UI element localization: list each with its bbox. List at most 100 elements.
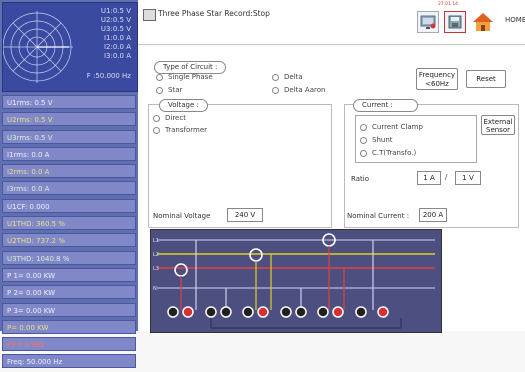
measurement-row: U2THD: 737.2 %: [2, 233, 136, 248]
measurement-row: U1rms: 0.5 V: [2, 95, 136, 109]
radio-delta[interactable]: Delta: [272, 72, 303, 82]
measurement-list: U1rms: 0.5 V U2rms: 0.5 V U3rms: 0.5 V I…: [2, 95, 136, 372]
ratio-secondary-field[interactable]: 1 V: [455, 171, 481, 185]
readout-u3: U3:0.5 V: [100, 25, 131, 33]
radio-dot: [156, 86, 163, 94]
readout-i1: I1:0.0 A: [103, 34, 131, 42]
nominal-voltage-label: Nominal Voltage: [153, 212, 211, 220]
app-window: U1:0.5 V U2:0.5 V U3:0.5 V I1:0.0 A I2:0…: [0, 0, 525, 369]
disk-icon: [448, 15, 462, 29]
nominal-current-field[interactable]: 200 A: [419, 208, 447, 222]
reset-button[interactable]: Reset: [466, 70, 506, 88]
window-icon: [143, 9, 156, 21]
radio-label: Star: [168, 86, 183, 94]
radio-delta-aaron[interactable]: Delta Aaron: [272, 85, 325, 95]
current-sensor-group: Current Clamp Shunt C.T(Transfo.): [355, 115, 477, 163]
radio-ct-transfo[interactable]: C.T(Transfo.): [360, 148, 416, 158]
home-button[interactable]: [472, 11, 494, 33]
header-bar: Three Phase Star Record:Stop 27.01.14 HO…: [138, 0, 525, 45]
current-clamp-2: [249, 248, 263, 262]
radio-dot: [153, 126, 160, 134]
scope-frequency: F :50.000 Hz: [86, 72, 131, 80]
line-label-n: N: [153, 286, 157, 292]
voltage-group: Voltage : Direct Transformer Nominal Vol…: [148, 99, 332, 228]
terminal-red-4: [377, 306, 389, 318]
nominal-current-label: Nominal Current :: [347, 212, 410, 220]
radio-direct[interactable]: Direct: [153, 113, 186, 123]
radio-dot: [272, 86, 279, 94]
measurement-row: P= 0.00 KW: [2, 319, 136, 334]
terminal-black-4: [242, 306, 254, 318]
measurement-row: U2rms: 0.5 V: [2, 112, 136, 127]
readout-u2: U2:0.5 V: [100, 16, 131, 24]
radio-dot: [272, 73, 279, 81]
home-label: HOME: [505, 16, 525, 24]
radio-label: Current Clamp: [372, 123, 423, 131]
external-sensor-line1: External: [483, 118, 513, 126]
radio-label: Single Phase: [168, 73, 213, 81]
line-label-l2: L2: [153, 252, 159, 258]
radio-label: Delta: [284, 73, 303, 81]
radio-single-phase[interactable]: Single Phase: [156, 72, 213, 82]
terminal-black-8: [355, 306, 367, 318]
terminal-red-2: [257, 306, 269, 318]
radio-label: Direct: [165, 114, 186, 122]
terminal-black-7: [317, 306, 329, 318]
measurement-row: U1THD: 360.5 %: [2, 216, 136, 231]
terminal-black-3: [220, 306, 232, 318]
frequency-button-line2: <60Hz: [425, 80, 449, 88]
measurement-row: P 3= 0.00 KW: [2, 302, 136, 317]
record-button[interactable]: [417, 11, 439, 33]
page-title: Three Phase Star Record:Stop: [158, 9, 270, 18]
radio-dot: [153, 114, 160, 122]
terminal-black-5: [280, 306, 292, 318]
save-button[interactable]: [444, 11, 466, 33]
radio-label: C.T(Transfo.): [372, 149, 417, 157]
nominal-voltage-field[interactable]: 240 V: [227, 208, 263, 222]
radio-star[interactable]: Star: [156, 85, 182, 95]
wiring-schematic: L1 L2 L3 N: [153, 233, 435, 329]
measurement-row: P.F= 0.982: [2, 337, 136, 352]
terminal-red-1: [182, 306, 194, 318]
frequency-button[interactable]: Frequency <60Hz: [416, 68, 458, 90]
measurement-panel: U1:0.5 V U2:0.5 V U3:0.5 V I1:0.0 A I2:0…: [0, 0, 138, 369]
current-legend: Current :: [353, 99, 418, 112]
readout-i2: I2:0.0 A: [103, 43, 131, 51]
radio-dot: [360, 149, 367, 157]
phasor-readouts: U1:0.5 V U2:0.5 V U3:0.5 V I1:0.0 A I2:0…: [101, 7, 131, 61]
radio-dot: [360, 123, 367, 131]
radio-current-clamp[interactable]: Current Clamp: [360, 122, 423, 132]
ratio-primary-field[interactable]: 1 A: [417, 171, 441, 185]
measurement-row: U3rms: 0.5 V: [2, 129, 136, 144]
home-icon: [473, 13, 493, 31]
line-label-l1: L1: [153, 238, 159, 244]
radio-dot: [360, 136, 367, 144]
terminal-black-1: [167, 306, 179, 318]
circuit-type-group: Type of Circuit : Single Phase Star Delt…: [148, 61, 414, 98]
ratio-separator: /: [445, 173, 448, 181]
radio-transformer[interactable]: Transformer: [153, 125, 207, 135]
current-clamp-1: [174, 263, 188, 277]
line-label-l3: L3: [153, 266, 159, 272]
terminal-black-6: [295, 306, 307, 318]
radio-label: Transformer: [165, 126, 208, 134]
external-sensor-button[interactable]: External Sensor: [481, 115, 515, 135]
external-sensor-line2: Sensor: [486, 126, 510, 134]
wiring-diagram: L1 L2 L3 N: [150, 229, 442, 333]
measurement-row: I1rms: 0.0 A: [2, 146, 136, 161]
readout-u1: U1:0.5 V: [100, 7, 131, 15]
radio-shunt[interactable]: Shunt: [360, 135, 393, 145]
measurement-row: P 1= 0.00 KW: [2, 267, 136, 282]
ratio-label: Ratio: [351, 175, 369, 183]
date-label: 27.01.14: [438, 2, 459, 7]
terminal-red-3: [332, 306, 344, 318]
current-group: Current : Current Clamp Shunt C.T(Transf…: [344, 99, 519, 228]
radio-label: Delta Aaron: [284, 86, 326, 94]
measurement-row: I2rms: 0.0 A: [2, 164, 136, 179]
voltage-legend: Voltage :: [159, 99, 208, 112]
terminal-black-2: [205, 306, 217, 318]
monitor-icon: [420, 15, 436, 29]
radio-dot: [156, 73, 163, 81]
radio-label: Shunt: [372, 136, 393, 144]
measurement-row: U3THD: 1040.8 %: [2, 250, 136, 265]
